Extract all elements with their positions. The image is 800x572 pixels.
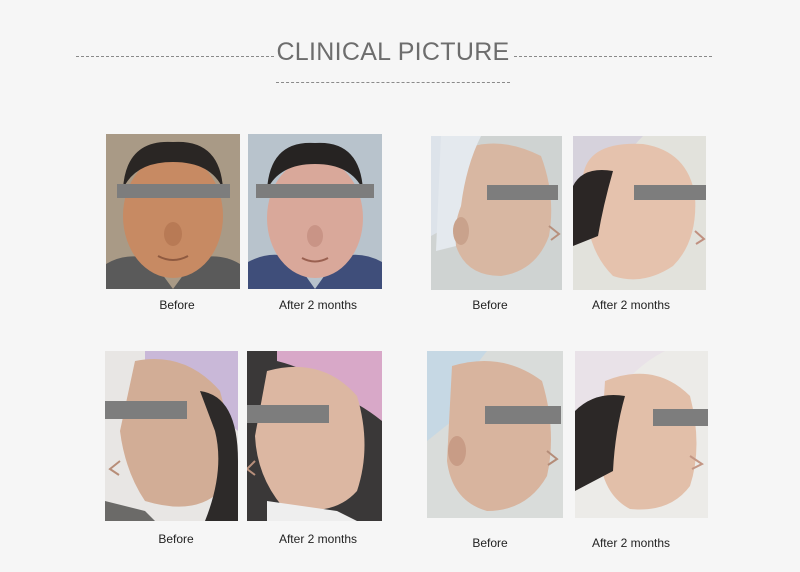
photo-man-before (106, 134, 240, 289)
privacy-bar (247, 405, 329, 423)
photo-caption: Before (472, 536, 508, 550)
photo-woman-profile-before (431, 136, 562, 290)
photo-caption: After 2 months (591, 298, 671, 312)
photo-caption: Before (158, 532, 194, 546)
privacy-bar (117, 184, 230, 198)
photo-caption: After 2 months (278, 532, 358, 546)
privacy-bar (105, 401, 187, 419)
privacy-bar (487, 185, 558, 200)
section-header: CLINICAL PICTURE (0, 0, 800, 100)
header-divider-right (514, 56, 712, 57)
photo-woman-left-after (247, 351, 382, 521)
title-underline (276, 82, 510, 83)
privacy-bar (634, 185, 706, 200)
photo-caption: After 2 months (278, 298, 358, 312)
privacy-bar (256, 184, 374, 198)
photo-woman-right-after (575, 351, 708, 518)
photo-woman-profile-after (573, 136, 706, 290)
header-divider-left (76, 56, 274, 57)
photo-caption: Before (159, 298, 195, 312)
privacy-bar (485, 406, 561, 424)
photo-woman-left-before (105, 351, 238, 521)
photo-caption: Before (472, 298, 508, 312)
section-title: CLINICAL PICTURE (276, 38, 510, 66)
photo-caption: After 2 months (591, 536, 671, 550)
photo-man-after (248, 134, 382, 289)
privacy-bar (653, 409, 708, 426)
photo-woman-right-before (427, 351, 563, 518)
